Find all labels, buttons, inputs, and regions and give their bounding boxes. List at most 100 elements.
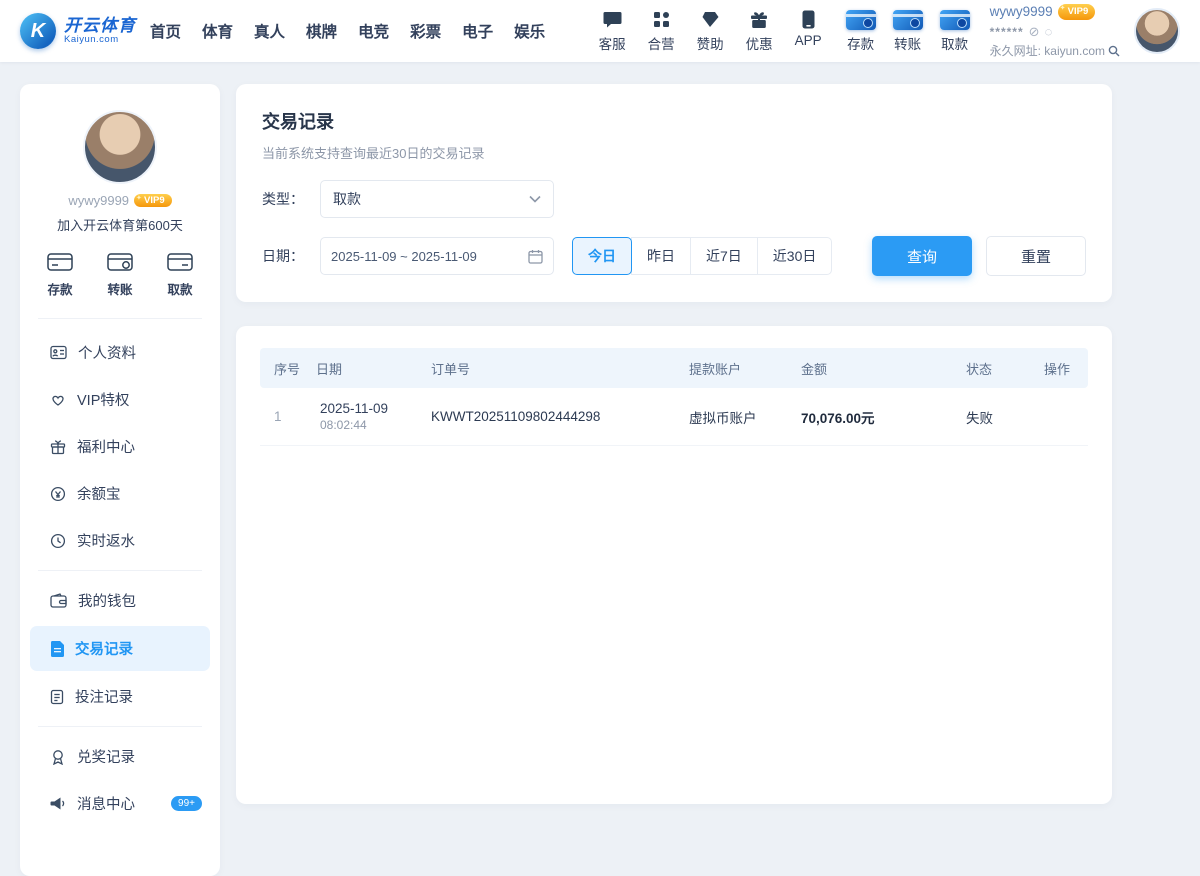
table-row: 1 2025-11-09 08:02:44 KWWT20251109802444… (260, 388, 1088, 446)
sponsor-button[interactable]: 赞助 (697, 10, 724, 53)
type-select[interactable]: 取款 (320, 180, 554, 218)
date-label: 日期： (262, 246, 320, 266)
refresh-icon[interactable]: ◌ (1045, 22, 1053, 42)
logo-icon: K (20, 13, 56, 49)
vip-badge: VIP9 (1058, 4, 1096, 20)
divider (38, 570, 202, 571)
customer-service-button[interactable]: 客服 (599, 10, 626, 53)
sidebar-item-yuebao[interactable]: 余额宝 (20, 470, 220, 517)
sidebar-deposit-button[interactable]: 存款 (46, 250, 74, 298)
col-account: 提款账户 (685, 359, 797, 378)
sidebar-item-welfare[interactable]: 福利中心 (20, 423, 220, 470)
divider (38, 318, 202, 319)
masked-balance: ****** (990, 23, 1024, 41)
nav-chess[interactable]: 棋牌 (306, 20, 337, 42)
transactions-table: 序号 日期 订单号 提款账户 金额 状态 操作 1 2025-11-09 08:… (260, 348, 1088, 446)
username: wywy9999 (990, 2, 1053, 22)
col-date: 日期 (312, 359, 427, 378)
clock-icon (50, 533, 66, 549)
date-range-input[interactable]: 2025-11-09 ~ 2025-11-09 (320, 237, 554, 275)
range-yesterday-button[interactable]: 昨日 (631, 237, 691, 275)
sidebar-transfer-button[interactable]: 转账 (106, 250, 134, 298)
list-icon (50, 689, 64, 705)
sidebar-item-rebate[interactable]: 实时返水 (20, 517, 220, 564)
header-quick-links: 客服 合营 赞助 优惠 APP (599, 10, 822, 53)
cell-date: 2025-11-09 08:02:44 (312, 401, 427, 432)
deposit-button[interactable]: 存款 (846, 10, 876, 53)
sidebar-item-wallet[interactable]: 我的钱包 (20, 577, 220, 624)
unread-count-badge: 99+ (171, 796, 202, 811)
wallet-icon (50, 593, 67, 608)
medal-icon (50, 749, 66, 765)
withdraw-button[interactable]: 取款 (940, 10, 970, 53)
cell-amount: 70,076.00元 (797, 407, 962, 427)
phone-icon (797, 10, 819, 30)
table-header: 序号 日期 订单号 提款账户 金额 状态 操作 (260, 348, 1088, 388)
heart-icon (50, 392, 66, 407)
chat-icon (601, 10, 623, 30)
nav-lottery[interactable]: 彩票 (410, 20, 441, 42)
withdraw-card-icon (940, 10, 970, 30)
app-download-button[interactable]: APP (795, 10, 822, 53)
page-subtitle: 当前系统支持查询最近30日的交易记录 (262, 143, 1086, 162)
withdraw-icon (166, 250, 194, 274)
col-action: 操作 (1040, 359, 1088, 378)
date-range-presets: 今日 昨日 近7日 近30日 (572, 237, 832, 275)
transfer-card-icon (893, 10, 923, 30)
sidebar-item-bets[interactable]: 投注记录 (20, 673, 220, 720)
promo-button[interactable]: 优惠 (746, 10, 773, 53)
col-index: 序号 (260, 359, 312, 378)
megaphone-icon (50, 796, 66, 811)
nav-entertainment[interactable]: 娱乐 (514, 20, 545, 42)
col-order: 订单号 (427, 359, 685, 378)
header-wallet-links: 存款 转账 取款 (846, 10, 970, 53)
filter-panel: 交易记录 当前系统支持查询最近30日的交易记录 类型： 取款 日期： 2025-… (236, 84, 1112, 302)
calendar-icon (528, 249, 543, 264)
site-logo[interactable]: K 开云体育 Kaiyun.com (20, 13, 136, 49)
sidebar-avatar[interactable] (83, 110, 157, 184)
sidebar-item-messages[interactable]: 消息中心 99+ (20, 780, 220, 827)
range-30days-button[interactable]: 近30日 (757, 237, 833, 275)
cell-status: 失败 (962, 407, 1040, 427)
gift-box-icon (50, 439, 66, 455)
transfer-icon (106, 250, 134, 274)
range-7days-button[interactable]: 近7日 (690, 237, 758, 275)
membership-days: 加入开云体育第600天 (20, 215, 220, 234)
gift-icon (748, 10, 770, 30)
coin-jar-icon (50, 486, 66, 502)
sidebar-item-redeem[interactable]: 兑奖记录 (20, 733, 220, 780)
range-today-button[interactable]: 今日 (572, 237, 632, 275)
search-button[interactable]: 查询 (872, 236, 972, 276)
deposit-card-icon (846, 10, 876, 30)
main-content: 交易记录 当前系统支持查询最近30日的交易记录 类型： 取款 日期： 2025-… (236, 84, 1112, 876)
sidebar-item-vip[interactable]: VIP特权 (20, 376, 220, 423)
main-nav: 首页 体育 真人 棋牌 电竞 彩票 电子 娱乐 (150, 20, 545, 42)
nav-slots[interactable]: 电子 (462, 20, 493, 42)
avatar[interactable] (1134, 8, 1180, 54)
sidebar-item-profile[interactable]: 个人资料 (20, 329, 220, 376)
results-panel: 序号 日期 订单号 提款账户 金额 状态 操作 1 2025-11-09 08:… (236, 326, 1112, 804)
chevron-down-icon (529, 195, 541, 203)
transfer-button[interactable]: 转账 (893, 10, 923, 53)
permanent-url: 永久网址: kaiyun.com (990, 42, 1105, 60)
nav-live[interactable]: 真人 (254, 20, 285, 42)
logo-subtitle: Kaiyun.com (64, 35, 136, 45)
reset-button[interactable]: 重置 (986, 236, 1086, 276)
diamond-icon (699, 10, 721, 30)
search-icon[interactable] (1108, 45, 1120, 57)
nav-home[interactable]: 首页 (150, 20, 181, 42)
sidebar-menu: 个人资料 VIP特权 福利中心 余额宝 实时返水 我的钱包 (20, 325, 220, 827)
nav-esports[interactable]: 电竞 (358, 20, 389, 42)
sidebar-item-transactions[interactable]: 交易记录 (30, 626, 210, 671)
sidebar-withdraw-button[interactable]: 取款 (166, 250, 194, 298)
sidebar-quick-actions: 存款 转账 取款 (20, 234, 220, 312)
document-icon (50, 641, 64, 657)
divider (38, 726, 202, 727)
header-user-info: wywy9999 VIP9 ****** ⊘ ◌ 永久网址: kaiyun.co… (990, 2, 1120, 60)
top-header: K 开云体育 Kaiyun.com 首页 体育 真人 棋牌 电竞 彩票 电子 娱… (0, 0, 1200, 62)
grid-icon (650, 10, 672, 30)
partner-button[interactable]: 合营 (648, 10, 675, 53)
eye-off-icon[interactable]: ⊘ (1029, 22, 1040, 42)
nav-sports[interactable]: 体育 (202, 20, 233, 42)
sidebar-vip-badge: VIP9 (134, 194, 172, 207)
